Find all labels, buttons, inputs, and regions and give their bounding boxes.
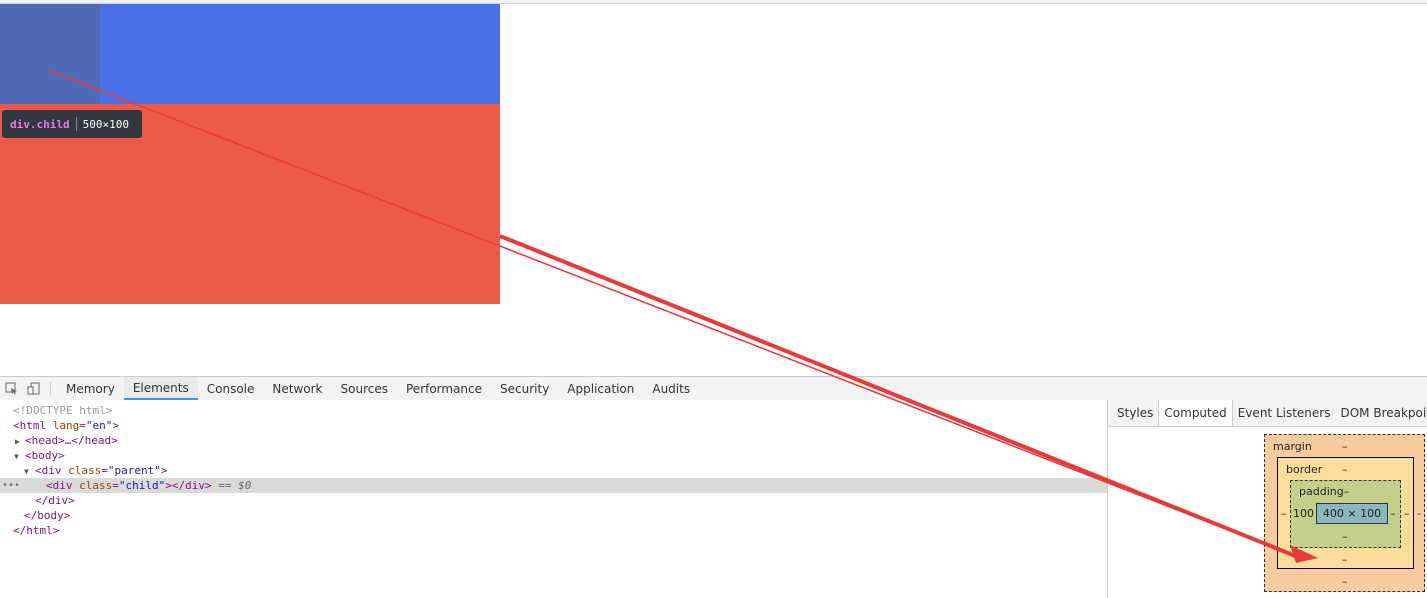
child-class-value: "child" bbox=[118, 479, 166, 492]
tab-computed[interactable]: Computed bbox=[1158, 400, 1233, 426]
html-lang-value: "en" bbox=[85, 419, 113, 432]
html-open-tag: <html bbox=[13, 419, 47, 432]
tab-console[interactable]: Console bbox=[198, 377, 264, 400]
margin-right-value[interactable]: - bbox=[1417, 507, 1421, 520]
child-open-tag: <div bbox=[46, 479, 73, 492]
child-class-attr: class bbox=[79, 479, 113, 492]
div-close-tag: </div> bbox=[35, 494, 75, 507]
dom-line-div-close[interactable]: </div> bbox=[0, 493, 1107, 508]
tab-event-listeners[interactable]: Event Listeners bbox=[1233, 400, 1336, 426]
border-bottom-value[interactable]: – bbox=[1342, 553, 1348, 566]
padding-left-value[interactable]: 100 bbox=[1293, 507, 1314, 520]
tab-styles[interactable]: Styles bbox=[1108, 400, 1158, 426]
tooltip-separator bbox=[75, 117, 77, 131]
parent-div bbox=[0, 4, 500, 304]
body-close-tag: </body> bbox=[24, 509, 71, 522]
html-close-tag: </html> bbox=[13, 524, 60, 537]
tab-audits[interactable]: Audits bbox=[643, 377, 699, 400]
tab-performance[interactable]: Performance bbox=[397, 377, 491, 400]
dom-line-doctype[interactable]: <!DOCTYPE html> bbox=[0, 403, 1107, 418]
tooltip-class: .child bbox=[29, 117, 70, 131]
padding-highlight bbox=[0, 4, 100, 104]
collapse-triangle-icon[interactable]: ▼ bbox=[24, 464, 29, 479]
dom-line-html[interactable]: <html lang="en"> bbox=[0, 418, 1107, 433]
tab-sources[interactable]: Sources bbox=[332, 377, 397, 400]
tab-memory[interactable]: Memory bbox=[57, 377, 124, 400]
margin-label: margin bbox=[1273, 440, 1312, 453]
html-lang-attr: lang bbox=[52, 419, 80, 432]
tab-network[interactable]: Network bbox=[263, 377, 331, 400]
child-div bbox=[0, 4, 500, 104]
tab-dom-breakpoints[interactable]: DOM Breakpoints bbox=[1335, 400, 1427, 426]
tooltip-dimensions: 500×100 bbox=[82, 117, 129, 131]
tab-application[interactable]: Application bbox=[558, 377, 643, 400]
dom-line-body-close[interactable]: </body> bbox=[0, 508, 1107, 523]
dom-line-child-selected[interactable]: ••• <div class="child"></div> == $0 bbox=[0, 478, 1107, 493]
parent-open-tag: <div bbox=[35, 464, 62, 477]
collapse-triangle-icon[interactable]: ▼ bbox=[14, 449, 19, 464]
body-open-tag: <body> bbox=[25, 449, 65, 462]
dom-line-body[interactable]: ▼ <body> bbox=[0, 448, 1107, 463]
sidebar-tabs: Styles Computed Event Listeners DOM Brea… bbox=[1108, 400, 1427, 427]
panel-splitter[interactable] bbox=[1107, 400, 1108, 598]
padding-right-value[interactable]: – bbox=[1390, 507, 1396, 520]
border-top-value[interactable]: – bbox=[1342, 463, 1348, 476]
devtools-toolbar: Memory Elements Console Network Sources … bbox=[0, 376, 1427, 401]
margin-top-value[interactable]: – bbox=[1342, 440, 1348, 453]
dom-line-html-close[interactable]: </html> bbox=[0, 523, 1107, 538]
margin-bottom-value[interactable]: – bbox=[1342, 575, 1348, 588]
toolbar-divider bbox=[50, 382, 51, 395]
tab-security[interactable]: Security bbox=[491, 377, 558, 400]
selected-marker: == $0 bbox=[218, 479, 252, 492]
dom-line-head[interactable]: ▶ <head>…</head> bbox=[0, 433, 1107, 448]
box-model-content[interactable]: 400 × 100 bbox=[1316, 503, 1388, 524]
tab-elements[interactable]: Elements bbox=[123, 377, 198, 400]
padding-label: padding– bbox=[1299, 485, 1350, 498]
child-close-tag: ></div> bbox=[165, 479, 212, 492]
border-right-value[interactable]: – bbox=[1404, 507, 1410, 520]
parent-class-value: "parent" bbox=[107, 464, 161, 477]
head-collapsed: <head>…</head> bbox=[25, 434, 118, 447]
border-left-value[interactable]: – bbox=[1281, 507, 1287, 520]
device-toolbar-icon[interactable] bbox=[22, 377, 44, 400]
dom-line-parent[interactable]: ▼ <div class="parent"> bbox=[0, 463, 1107, 478]
tooltip-tag: div bbox=[10, 117, 30, 131]
padding-bottom-value[interactable]: – bbox=[1342, 530, 1348, 543]
doctype-text: <!DOCTYPE html> bbox=[13, 404, 113, 417]
more-actions-icon[interactable]: ••• bbox=[2, 478, 20, 493]
element-tooltip: div .child 500×100 bbox=[2, 110, 142, 138]
border-label: border bbox=[1286, 463, 1323, 476]
inspect-element-icon[interactable] bbox=[0, 377, 22, 400]
parent-class-attr: class bbox=[68, 464, 102, 477]
elements-tree: <!DOCTYPE html> <html lang="en"> ▶ <head… bbox=[0, 400, 1107, 598]
expand-triangle-icon[interactable]: ▶ bbox=[15, 434, 20, 449]
html-open-close: > bbox=[112, 419, 119, 432]
